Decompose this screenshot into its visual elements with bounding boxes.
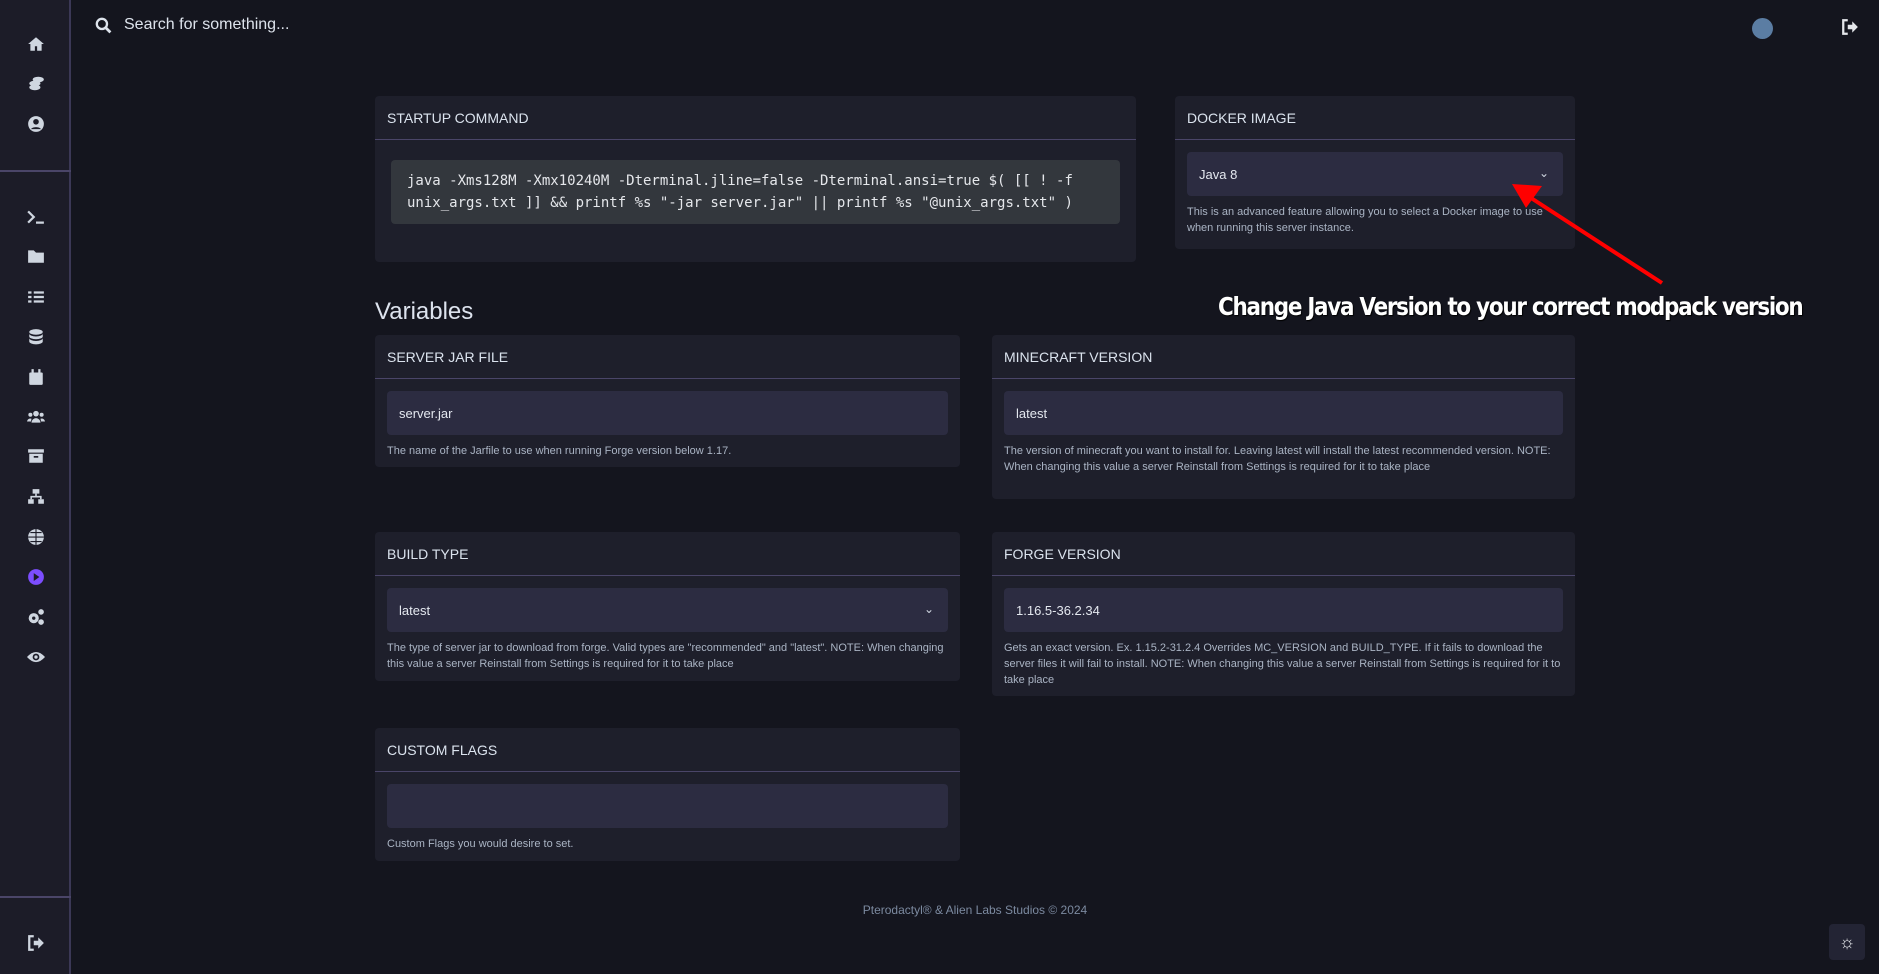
variable-select[interactable]: latest ⌄	[387, 588, 948, 632]
variable-input[interactable]: server.jar	[387, 391, 948, 435]
variables-heading: Variables	[375, 298, 474, 325]
variable-card: Server Jar File server.jar The name of t…	[375, 335, 960, 467]
sun-icon: ☼	[1838, 931, 1856, 952]
field-description: The version of minecraft you want to ins…	[1004, 445, 1551, 473]
variable-card: Forge Version 1.16.5-36.2.34 Gets an exa…	[992, 532, 1575, 696]
input-value: latest	[1016, 405, 1048, 421]
input-value: latest	[399, 602, 431, 618]
footer: Pterodactyl® & Alien Labs Studios © 2024	[862, 903, 1088, 917]
field-description: Gets an exact version. Ex. 1.15.2-31.2.4…	[1004, 642, 1561, 686]
variable-input[interactable]: 1.16.5-36.2.34	[1004, 588, 1563, 632]
card-title: Build Type	[375, 532, 960, 576]
card-title: Minecraft Version	[992, 335, 1575, 379]
variable-card: Build Type latest ⌄ The type of server ja…	[375, 532, 960, 681]
input-value: 1.16.5-36.2.34	[1016, 602, 1100, 618]
variable-input[interactable]: latest	[1004, 391, 1563, 435]
card-title: Forge Version	[992, 532, 1575, 576]
field-description: Custom Flags you would desire to set.	[387, 838, 574, 850]
card-title: Custom Flags	[375, 728, 960, 772]
variable-card: Custom Flags Custom Flags you would desi…	[375, 728, 960, 861]
input-value: server.jar	[399, 405, 453, 421]
card-title: Server Jar File	[375, 335, 960, 379]
field-description: The type of server jar to download from …	[387, 642, 944, 670]
variable-input[interactable]	[387, 784, 948, 828]
field-description: The name of the Jarfile to use when runn…	[387, 445, 732, 457]
annotation-text: Change Java Version to your correct modp…	[1218, 292, 1804, 321]
variable-card: Minecraft Version latest The version of …	[992, 335, 1575, 499]
chevron-down-icon: ⌄	[923, 602, 934, 616]
theme-toggle-button[interactable]: ☼	[1829, 924, 1865, 960]
